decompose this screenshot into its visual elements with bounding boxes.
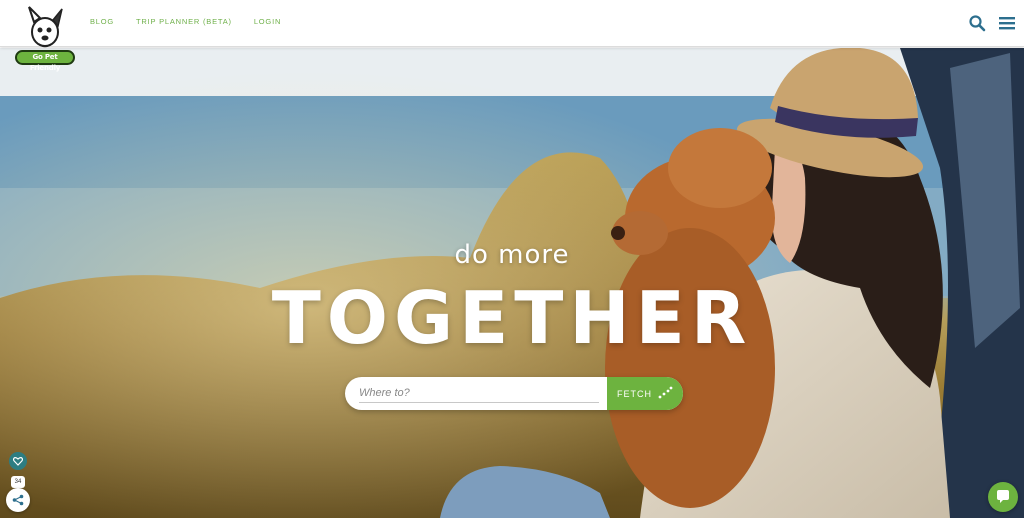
site-header: Go Pet Friendly BLOG TRIP PLANNER (BETA)…: [0, 0, 1024, 72]
logo-text: Go Pet Friendly: [15, 50, 75, 72]
heart-icon: [13, 457, 23, 466]
share-count: 34: [11, 476, 25, 488]
hero-banner: do more TOGETHER: [0, 48, 1024, 518]
favorite-heart-button[interactable]: [9, 452, 27, 470]
hero-tagline-small: do more: [454, 240, 570, 270]
paw-trail-icon: [658, 386, 673, 399]
fetch-button[interactable]: FETCH: [607, 377, 683, 410]
destination-search-input[interactable]: [359, 383, 599, 403]
main-nav: BLOG TRIP PLANNER (BETA) LOGIN: [90, 17, 303, 26]
nav-login[interactable]: LOGIN: [254, 17, 281, 26]
destination-search-form: FETCH: [345, 377, 683, 410]
nav-trip-planner[interactable]: TRIP PLANNER (BETA): [136, 17, 232, 26]
chat-button[interactable]: [988, 482, 1018, 512]
chat-bubble-icon: [997, 490, 1009, 503]
fetch-button-label: FETCH: [617, 388, 652, 399]
share-button[interactable]: [6, 488, 30, 512]
share-icon: [12, 494, 24, 506]
site-logo[interactable]: Go Pet Friendly: [12, 4, 78, 72]
dog-mascot-icon: [28, 6, 63, 48]
hero-tagline-big: TOGETHER: [271, 276, 753, 360]
search-icon[interactable]: [968, 14, 986, 32]
nav-blog[interactable]: BLOG: [90, 17, 114, 26]
hamburger-menu-icon[interactable]: [998, 14, 1016, 32]
